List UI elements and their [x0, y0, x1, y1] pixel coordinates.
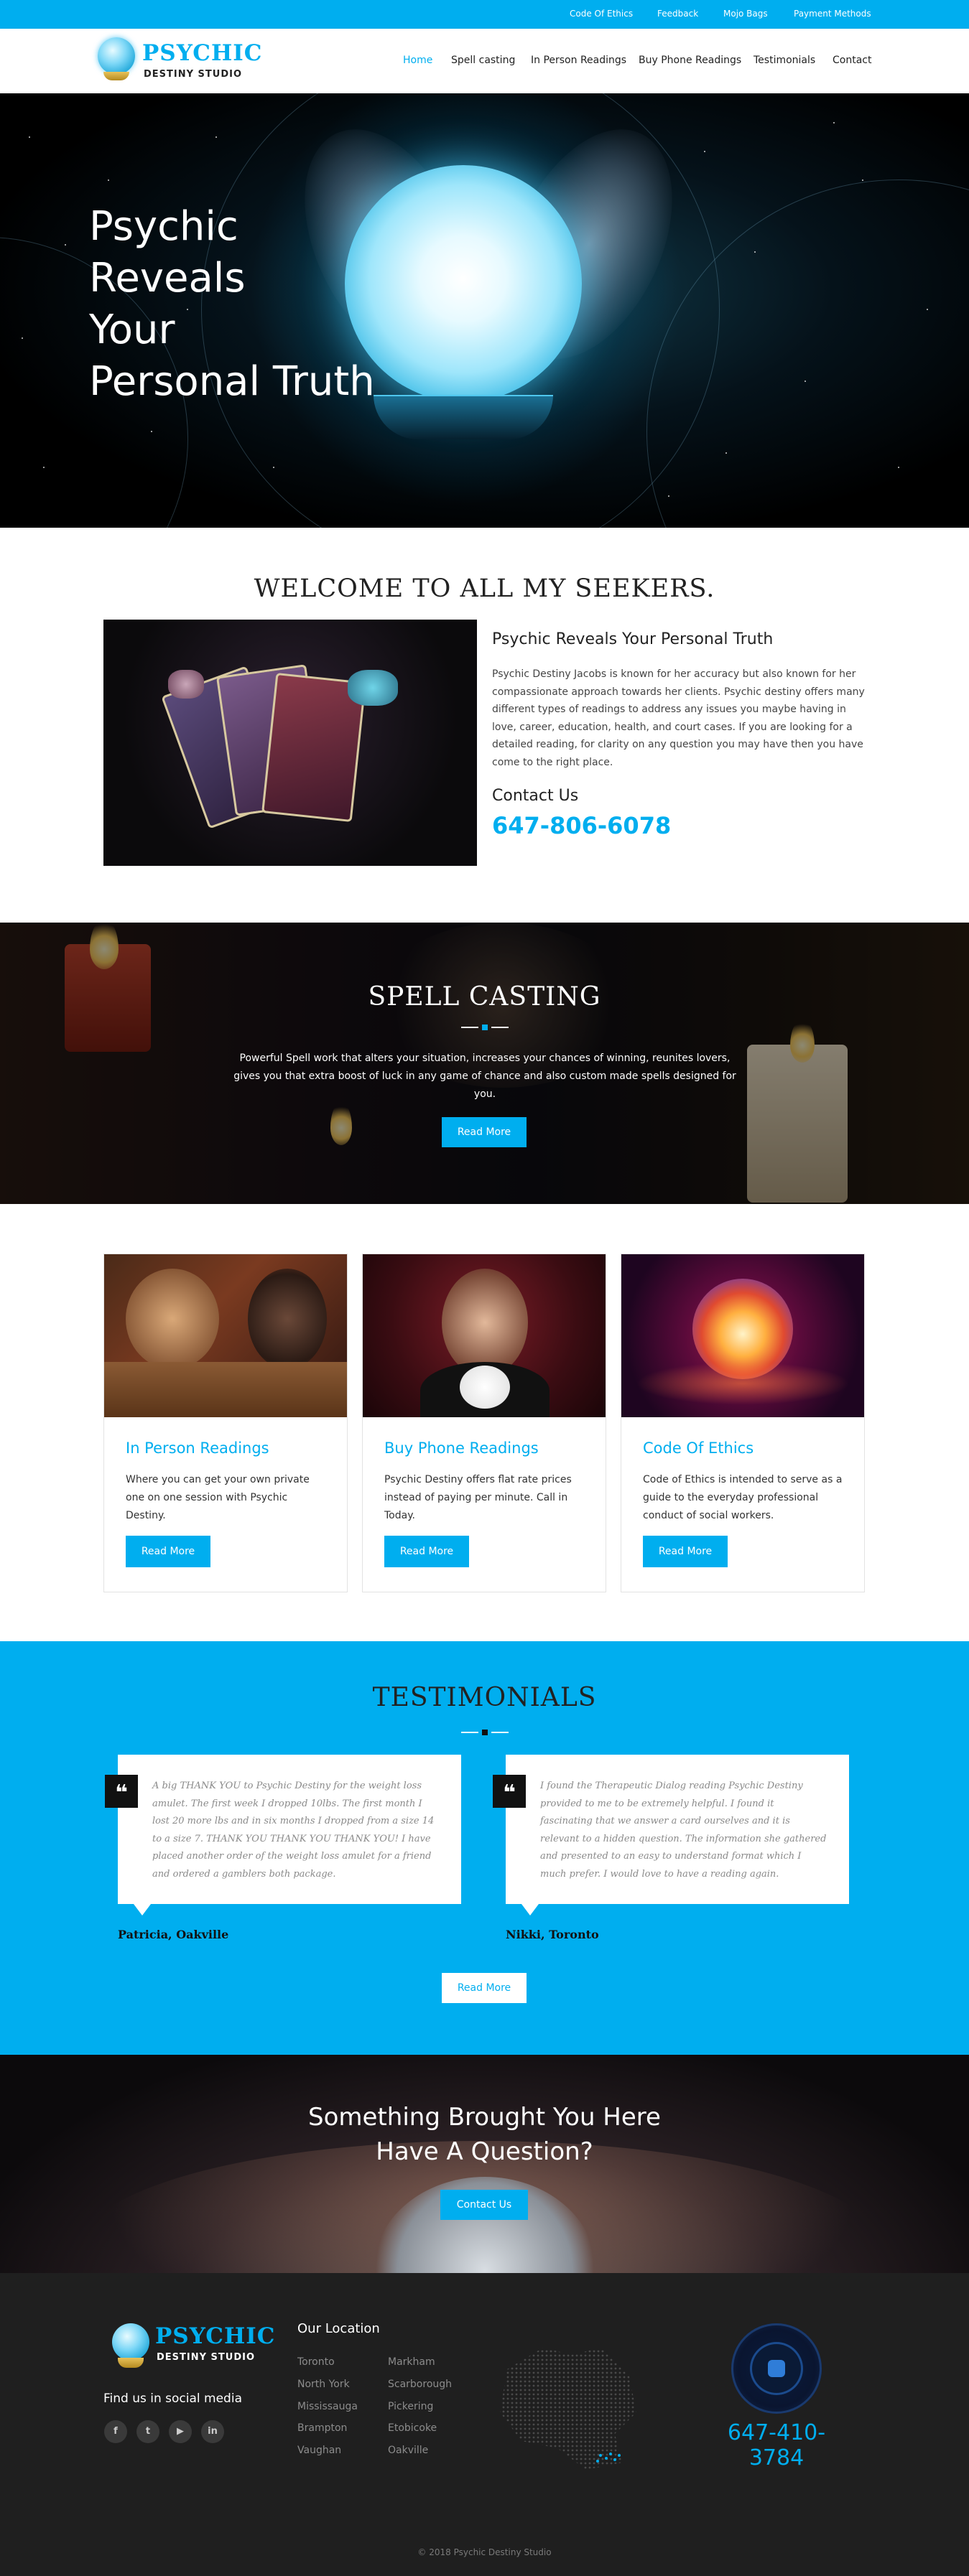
city-item: Pickering: [388, 2401, 434, 2412]
testimonials-read-more-button[interactable]: Read More: [442, 1973, 527, 2003]
footer-crystal-ball-icon: [112, 2323, 149, 2361]
hero-title: Psychic Reveals Your Personal Truth: [89, 203, 375, 405]
crystal-ball-icon: [98, 37, 135, 75]
city-item: Markham: [388, 2356, 435, 2368]
footer-logo-subtitle: DESTINY STUDIO: [157, 2352, 256, 2363]
welcome-title: WELCOME TO ALL MY SEEKERS.: [254, 574, 715, 603]
testimonial-card: ❝ I found the Therapeutic Dialog reading…: [493, 1755, 849, 1915]
nav-in-person-readings[interactable]: In Person Readings: [531, 55, 626, 66]
in-person-read-more-button[interactable]: Read More: [126, 1536, 210, 1567]
logo-subtitle: DESTINY STUDIO: [144, 69, 243, 80]
twitter-icon[interactable]: t: [136, 2420, 159, 2443]
testimonial-text: A big THANK YOU to Psychic Destiny for t…: [152, 1781, 435, 1880]
service-title[interactable]: Buy Phone Readings: [384, 1439, 539, 1457]
hero-banner: Psychic Reveals Your Personal Truth: [0, 93, 969, 528]
spell-read-more-button[interactable]: Read More: [442, 1117, 527, 1147]
spell-casting-text: Powerful Spell work that alters your sit…: [233, 1053, 736, 1100]
tarot-cards-image: [103, 620, 477, 866]
location-title: Our Location: [297, 2321, 380, 2336]
contact-phone[interactable]: 647-806-6078: [492, 812, 671, 839]
city-item: Mississauga: [297, 2401, 358, 2412]
service-card-in-person: In Person Readings Where you can get you…: [103, 1254, 348, 1592]
code-of-ethics-image: [621, 1254, 864, 1417]
quote-icon: ❝: [493, 1775, 526, 1808]
service-card-phone: Buy Phone Readings Psychic Destiny offer…: [362, 1254, 606, 1592]
site-logo[interactable]: PSYCHIC DESTINY STUDIO: [98, 37, 261, 85]
contact-label: Contact Us: [492, 787, 579, 805]
topbar-link-mojo-bags[interactable]: Mojo Bags: [723, 9, 768, 19]
phone-icon: [768, 2360, 785, 2377]
logo-title: PSYCHIC: [142, 40, 263, 66]
nav-contact[interactable]: Contact: [833, 55, 871, 66]
facebook-icon[interactable]: f: [104, 2420, 127, 2443]
city-item: Etobicoke: [388, 2422, 437, 2434]
social-label: Find us in social media: [103, 2391, 242, 2406]
nav-spell-casting[interactable]: Spell casting: [451, 55, 515, 66]
service-text: Code of Ethics is intended to serve as a…: [643, 1474, 843, 1521]
city-item: Toronto: [297, 2356, 335, 2368]
top-bar: Code Of Ethics Feedback Mojo Bags Paymen…: [0, 0, 969, 29]
welcome-heading: Psychic Reveals Your Personal Truth: [492, 630, 774, 648]
city-item: Scarborough: [388, 2379, 453, 2390]
city-item: Brampton: [297, 2422, 348, 2434]
crystal-ball-stand: [103, 72, 129, 80]
linkedin-icon[interactable]: in: [201, 2420, 224, 2443]
testimonial-author: Nikki, Toronto: [506, 1928, 599, 1941]
copyright: © 2018 Psychic Destiny Studio: [417, 2547, 552, 2557]
spell-casting-title: SPELL CASTING: [368, 982, 601, 1012]
service-text: Where you can get your own private one o…: [126, 1474, 310, 1521]
youtube-icon[interactable]: ▶: [169, 2420, 192, 2443]
city-item: Oakville: [388, 2445, 429, 2456]
phone-reading-image: [363, 1254, 606, 1417]
topbar-link-feedback[interactable]: Feedback: [657, 9, 698, 19]
service-card-ethics: Code Of Ethics Code of Ethics is intende…: [621, 1254, 865, 1592]
testimonial-author: Patricia, Oakville: [118, 1928, 229, 1941]
topbar-link-payment-methods[interactable]: Payment Methods: [794, 9, 871, 19]
question-title: Something Brought You Here Have A Questi…: [308, 2103, 661, 2166]
nav-home[interactable]: Home: [403, 55, 432, 66]
city-item: Vaughan: [297, 2445, 342, 2456]
topbar-link-code-of-ethics[interactable]: Code Of Ethics: [570, 9, 633, 19]
ethics-read-more-button[interactable]: Read More: [643, 1536, 728, 1567]
nav-buy-phone-readings[interactable]: Buy Phone Readings: [639, 55, 741, 66]
city-item: North York: [297, 2379, 350, 2390]
contact-us-button[interactable]: Contact Us: [440, 2190, 528, 2220]
header: PSYCHIC DESTINY STUDIO Home Spell castin…: [0, 29, 969, 93]
service-title[interactable]: Code Of Ethics: [643, 1439, 754, 1457]
testimonial-card: ❝ A big THANK YOU to Psychic Destiny for…: [105, 1755, 461, 1915]
welcome-paragraph: Psychic Destiny Jacobs is known for her …: [492, 668, 865, 768]
testimonials-title: TESTIMONIALS: [372, 1683, 597, 1712]
phone-read-more-button[interactable]: Read More: [384, 1536, 469, 1567]
testimonial-text: I found the Therapeutic Dialog reading P…: [540, 1781, 827, 1880]
ontario-map-icon: [500, 2348, 636, 2470]
service-text: Psychic Destiny offers flat rate prices …: [384, 1474, 572, 1521]
in-person-reading-image: [104, 1254, 347, 1417]
service-title[interactable]: In Person Readings: [126, 1439, 269, 1457]
quote-icon: ❝: [105, 1775, 138, 1808]
nav-testimonials[interactable]: Testimonials: [754, 55, 815, 66]
footer-phone[interactable]: 647-410-3784: [701, 2420, 852, 2470]
footer-logo-title[interactable]: PSYCHIC: [155, 2323, 275, 2349]
